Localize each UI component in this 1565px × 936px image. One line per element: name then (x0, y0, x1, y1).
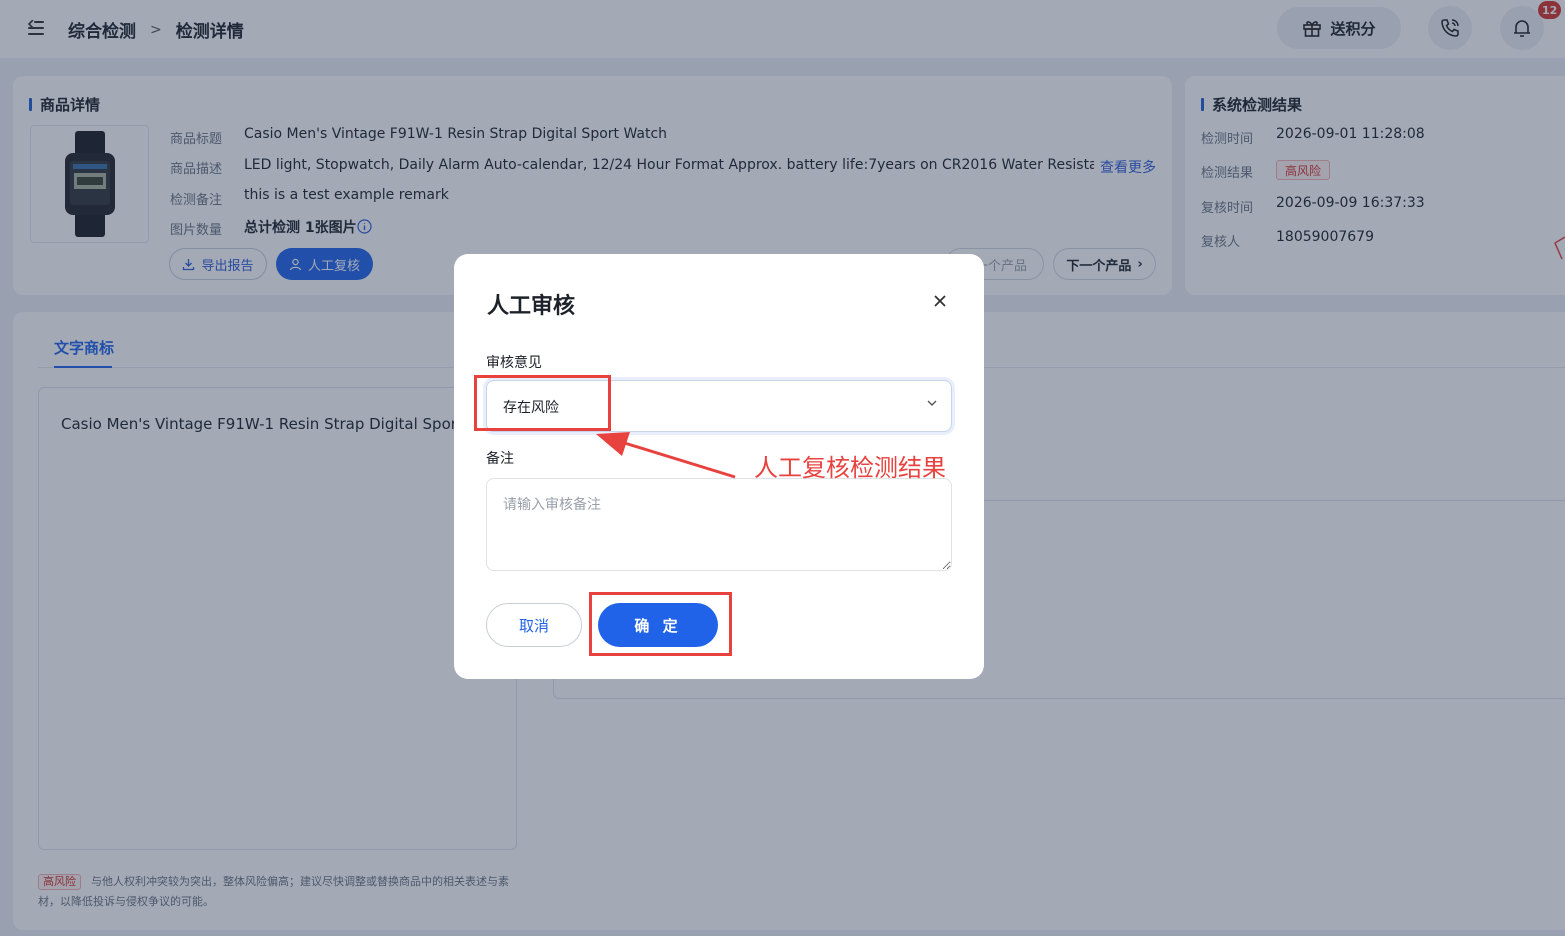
opinion-label: 审核意见 (486, 355, 542, 371)
remark-textarea[interactable] (486, 478, 952, 571)
annotation-box-opinion (474, 375, 611, 431)
chevron-down-icon (927, 400, 937, 406)
annotation-box-confirm (589, 592, 732, 656)
cancel-button[interactable]: 取消 (486, 603, 582, 647)
annotation-arrow-icon (596, 432, 736, 479)
dialog-title: 人工审核 (487, 294, 576, 319)
remark-field-label: 备注 (486, 451, 514, 467)
annotation-text: 人工复核检测结果 (754, 454, 946, 482)
close-icon[interactable] (932, 293, 948, 309)
